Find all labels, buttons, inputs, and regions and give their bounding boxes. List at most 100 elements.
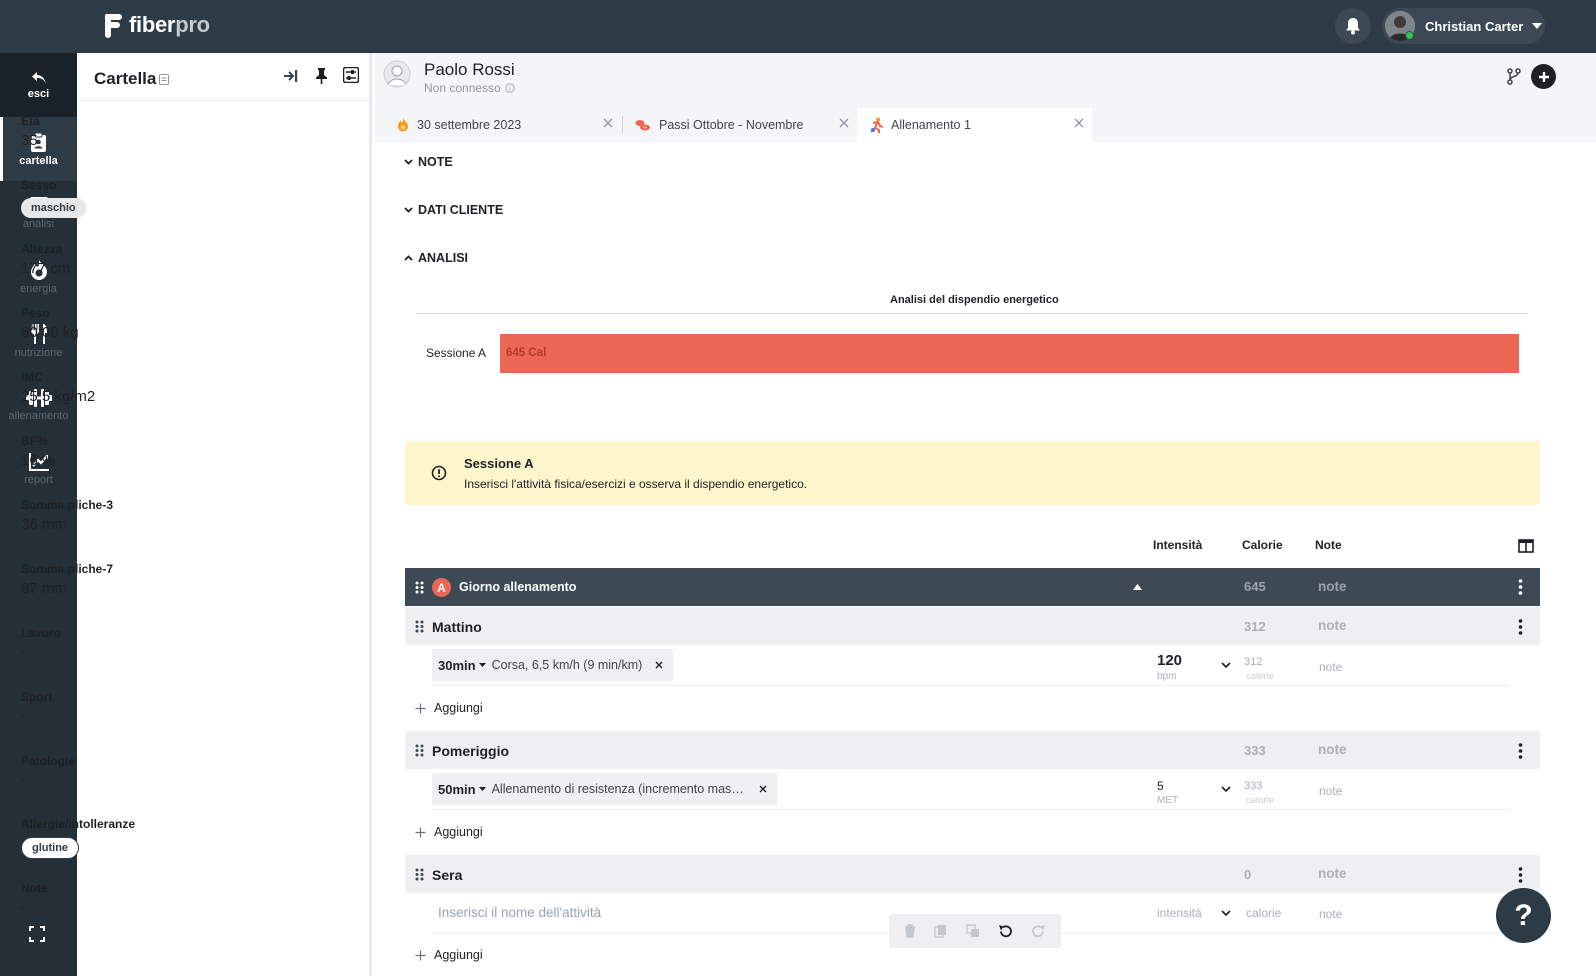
tab-30-settembre[interactable]: 30 settembre 2023 — [385, 108, 621, 142]
field-label: Note — [21, 881, 48, 895]
field-somma-pliche-7: Somma pliche-7 87 mm — [21, 562, 113, 597]
kebab-menu-icon[interactable] — [1518, 619, 1523, 635]
plus-icon — [415, 703, 426, 713]
collapse-panel-icon[interactable] — [283, 69, 299, 83]
fullscreen-expand-icon[interactable] — [29, 926, 45, 942]
help-button[interactable]: ? — [1496, 888, 1551, 943]
copy-icon[interactable] — [934, 924, 948, 938]
branch-icon[interactable] — [1507, 68, 1521, 85]
close-icon[interactable] — [1074, 118, 1084, 128]
add-button[interactable] — [1531, 64, 1556, 89]
notifications-button[interactable] — [1335, 8, 1371, 44]
drag-handle-icon[interactable] — [415, 581, 424, 594]
close-icon[interactable] — [603, 118, 613, 128]
activity-duration[interactable]: 50min — [438, 782, 476, 797]
fiberpro-logo[interactable]: fiberpro — [103, 12, 210, 38]
plus-icon — [1538, 71, 1549, 82]
session-note[interactable]: note — [1318, 742, 1347, 757]
section-analisi-toggle[interactable]: ANALISI — [404, 251, 468, 265]
day-note[interactable]: note — [1318, 579, 1347, 594]
caret-up-icon[interactable] — [1133, 584, 1142, 590]
chevron-down-icon[interactable] — [1221, 786, 1231, 792]
undo-icon[interactable] — [998, 924, 1013, 939]
drag-handle-icon[interactable] — [415, 620, 424, 633]
field-label: BF% — [21, 434, 48, 448]
activity-note[interactable]: note — [1319, 784, 1342, 798]
session-row-pomeriggio[interactable] — [405, 731, 1540, 769]
field-value: - — [21, 708, 26, 725]
field-value: - — [21, 899, 26, 916]
plus-icon — [415, 827, 426, 837]
column-header-note: Note — [1315, 538, 1342, 552]
caret-down-icon[interactable] — [478, 787, 486, 791]
document-icon[interactable] — [159, 73, 170, 85]
patient-avatar — [383, 60, 411, 88]
field-value: - — [21, 772, 26, 789]
activity-chip-resistenza[interactable]: 50min Allenamento di resistenza (increme… — [432, 773, 777, 805]
new-activity-calories-input[interactable]: calorie — [1246, 906, 1281, 920]
kebab-menu-icon[interactable] — [1518, 743, 1523, 759]
rail-label: esci — [27, 87, 50, 100]
trash-icon[interactable] — [904, 924, 916, 938]
tab-allenamento-1[interactable]: Allenamento 1 — [857, 108, 1092, 142]
field-patologie: Patologie - — [21, 754, 75, 789]
section-dati-cliente-toggle[interactable]: DATI CLIENTE — [404, 203, 503, 217]
remove-activity-icon[interactable] — [655, 661, 663, 669]
add-activity-sera[interactable]: Aggiungi — [415, 948, 483, 962]
chevron-down-icon[interactable] — [1221, 662, 1231, 668]
tab-label: 30 settembre 2023 — [417, 118, 522, 132]
panel-header: Cartella — [77, 53, 369, 101]
activity-chip-corsa[interactable]: 30min Corsa, 6,5 km/h (9 min/km) — [432, 649, 673, 681]
session-note[interactable]: note — [1318, 618, 1347, 633]
add-label: Aggiungi — [434, 825, 483, 839]
chart-bar-sessione-a — [500, 334, 1519, 373]
field-label: Sport — [21, 690, 53, 704]
plus-icon — [415, 950, 426, 960]
rail-label: cartella — [19, 154, 58, 167]
duplicate-icon[interactable] — [966, 924, 980, 938]
activity-duration[interactable]: 30min — [438, 658, 476, 673]
remove-activity-icon[interactable] — [759, 785, 767, 793]
chevron-down-icon — [404, 159, 413, 165]
activity-intensity-value[interactable]: 5 — [1157, 779, 1164, 793]
session-note[interactable]: note — [1318, 866, 1347, 881]
info-icon[interactable] — [504, 83, 515, 93]
drag-handle-icon[interactable] — [415, 744, 424, 757]
columns-layout-icon[interactable] — [1518, 539, 1534, 553]
footprints-icon — [635, 120, 650, 131]
alert-title: Sessione A — [464, 456, 534, 471]
field-peso: Peso 80.00 kg — [21, 306, 79, 341]
add-label: Aggiungi — [434, 948, 483, 962]
add-activity-pomeriggio[interactable]: Aggiungi — [415, 825, 483, 839]
kebab-menu-icon[interactable] — [1518, 579, 1523, 595]
close-icon[interactable] — [839, 118, 849, 128]
tab-passi-ottobre-novembre[interactable]: Passi Ottobre - Novembre — [623, 108, 857, 142]
add-activity-mattino[interactable]: Aggiungi — [415, 701, 483, 715]
rail-item-esci[interactable]: esci — [0, 53, 77, 117]
field-value: 25.5 kg/m2 — [21, 388, 96, 405]
drag-handle-icon[interactable] — [415, 868, 424, 881]
session-info-alert — [405, 441, 1540, 505]
new-activity-note[interactable]: note — [1319, 907, 1342, 921]
rail-label: energia — [20, 282, 57, 295]
new-activity-intensity-input[interactable]: intensità — [1157, 906, 1202, 920]
redo-icon[interactable] — [1031, 924, 1046, 939]
field-value: 16 % — [21, 452, 56, 469]
session-calories: 333 — [1244, 743, 1266, 758]
section-title: DATI CLIENTE — [418, 203, 504, 217]
new-activity-name-input[interactable]: Inserisci il nome dell'attività — [438, 905, 601, 920]
caret-down-icon[interactable] — [478, 663, 486, 667]
section-note-toggle[interactable]: NOTE — [404, 155, 453, 169]
pin-icon[interactable] — [315, 68, 328, 84]
session-row-mattino[interactable] — [405, 607, 1540, 645]
chevron-down-icon[interactable] — [1221, 910, 1231, 916]
rail-label: allenamento — [8, 409, 69, 422]
kebab-menu-icon[interactable] — [1518, 867, 1523, 883]
field-value: 177 cm — [21, 260, 71, 277]
sliders-settings-icon[interactable] — [343, 67, 359, 83]
field-lavoro: Lavoro - — [21, 626, 61, 661]
activity-intensity-value[interactable]: 120 — [1157, 652, 1182, 669]
session-row-sera[interactable] — [405, 855, 1540, 893]
undo-arrow-icon — [31, 71, 46, 84]
activity-note[interactable]: note — [1319, 660, 1342, 674]
